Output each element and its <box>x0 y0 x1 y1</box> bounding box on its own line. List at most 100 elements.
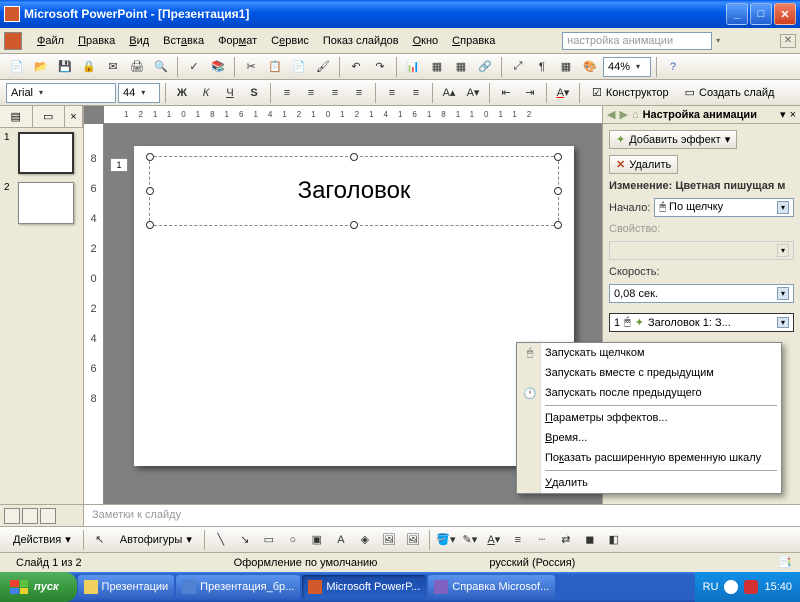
start-dropdown[interactable]: 🖱 По щелчку▾ <box>654 198 794 217</box>
wordart-icon[interactable]: A <box>330 529 352 551</box>
color-icon[interactable]: 🎨 <box>579 56 601 78</box>
paste-icon[interactable]: 📄 <box>288 56 310 78</box>
cm-after-prev[interactable]: 🕐Запускать после предыдущего <box>517 383 781 403</box>
format-painter-icon[interactable]: 🖌 <box>312 56 334 78</box>
preview-icon[interactable]: 🔍 <box>150 56 172 78</box>
outline-tab[interactable]: ▤ <box>0 106 33 127</box>
tray-icon-1[interactable] <box>724 580 738 594</box>
menu-window[interactable]: Окно <box>406 32 446 50</box>
copy-icon[interactable]: 📋 <box>264 56 286 78</box>
add-effect-button[interactable]: ✦ Добавить эффект ▾ <box>609 130 737 149</box>
print-icon[interactable]: 🖨 <box>126 56 148 78</box>
align-left-icon[interactable]: ≡ <box>276 82 298 104</box>
cm-timing[interactable]: Время... <box>517 428 781 448</box>
align-center-icon[interactable]: ≡ <box>300 82 322 104</box>
open-icon[interactable]: 📂 <box>30 56 52 78</box>
menu-tools[interactable]: Сервис <box>264 32 316 50</box>
decrease-indent-icon[interactable]: ⇤ <box>495 82 517 104</box>
italic-icon[interactable]: К <box>195 82 217 104</box>
chart-icon[interactable]: 📊 <box>402 56 424 78</box>
bullets-icon[interactable]: ≡ <box>405 82 427 104</box>
font-size-combo[interactable]: 44▾ <box>118 83 160 103</box>
menu-insert[interactable]: Вставка <box>156 32 211 50</box>
menu-format[interactable]: Формат <box>211 32 264 50</box>
decrease-font-icon[interactable]: A▾ <box>462 82 484 104</box>
dash-style-icon[interactable]: ┈ <box>531 529 553 551</box>
tray-lang[interactable]: RU <box>703 581 719 593</box>
email-icon[interactable]: ✉ <box>102 56 124 78</box>
cm-remove[interactable]: Удалить <box>517 473 781 493</box>
spell-icon[interactable]: ✓ <box>183 56 205 78</box>
3d-style-icon[interactable]: ◧ <box>603 529 625 551</box>
new-slide-button[interactable]: ▭ Создать слайд <box>678 82 782 104</box>
cm-effect-opts[interactable]: Параметры эффектов... <box>517 408 781 428</box>
menu-edit[interactable]: Правка <box>71 32 122 50</box>
tray-clock[interactable]: 15:40 <box>764 581 792 593</box>
maximize-button[interactable]: □ <box>750 3 772 25</box>
pane-close-icon[interactable]: × <box>790 109 796 121</box>
slide-thumb-2[interactable]: 2 <box>0 178 83 228</box>
taskbar-item-3[interactable]: Microsoft PowerP... <box>302 575 426 599</box>
increase-font-icon[interactable]: A▴ <box>438 82 460 104</box>
notes-placeholder[interactable]: Заметки к слайду <box>84 505 800 526</box>
title-textbox[interactable]: Заголовок <box>149 156 559 226</box>
help-search-input[interactable] <box>562 32 712 50</box>
title-text[interactable]: Заголовок <box>298 177 411 205</box>
undo-icon[interactable]: ↶ <box>345 56 367 78</box>
zoom-combo[interactable]: 44%▾ <box>603 57 651 77</box>
slide-thumb-1[interactable]: 1 <box>0 128 83 178</box>
arrow-icon[interactable]: ↘ <box>234 529 256 551</box>
redo-icon[interactable]: ↷ <box>369 56 391 78</box>
underline-icon[interactable]: Ч <box>219 82 241 104</box>
expand-icon[interactable]: ⤢ <box>507 56 529 78</box>
slideshow-view-icon[interactable] <box>40 508 56 524</box>
tables-borders-icon[interactable]: ▦ <box>450 56 472 78</box>
cm-with-prev[interactable]: Запускать вместе с предыдущим <box>517 363 781 383</box>
slides-tab[interactable]: ▭ <box>33 106 66 127</box>
font-color-icon[interactable]: A▾ <box>483 529 505 551</box>
tray-icon-2[interactable] <box>744 580 758 594</box>
designer-button[interactable]: ☑ Конструктор <box>585 82 676 104</box>
help-icon[interactable]: ? <box>662 56 684 78</box>
menu-help[interactable]: Справка <box>445 32 502 50</box>
bold-icon[interactable]: Ж <box>171 82 193 104</box>
clipart-icon[interactable]: 🖼 <box>378 529 400 551</box>
align-right-icon[interactable]: ≡ <box>324 82 346 104</box>
increase-indent-icon[interactable]: ⇥ <box>519 82 541 104</box>
show-formatting-icon[interactable]: ¶ <box>531 56 553 78</box>
animation-tag[interactable]: 1 <box>110 158 128 172</box>
picture-icon[interactable]: 🖼 <box>402 529 424 551</box>
minimize-button[interactable]: _ <box>726 3 748 25</box>
pane-fwd-icon[interactable]: ▶ <box>619 108 627 121</box>
shadow-style-icon[interactable]: ◼ <box>579 529 601 551</box>
select-icon[interactable]: ↖ <box>89 529 111 551</box>
cut-icon[interactable]: ✂ <box>240 56 262 78</box>
pane-back-icon[interactable]: ◀ <box>607 108 615 121</box>
taskbar-item-4[interactable]: Справка Microsof... <box>428 575 555 599</box>
diagram-icon[interactable]: ◈ <box>354 529 376 551</box>
arrow-style-icon[interactable]: ⇄ <box>555 529 577 551</box>
numbering-icon[interactable]: ≡ <box>381 82 403 104</box>
font-color-icon[interactable]: A▾ <box>552 82 574 104</box>
close-panel-icon[interactable]: × <box>65 106 83 127</box>
taskbar-item-1[interactable]: Презентации <box>78 575 175 599</box>
cm-on-click[interactable]: 🖱Запускать щелчком <box>517 343 781 363</box>
font-combo[interactable]: Arial▾ <box>6 83 116 103</box>
rectangle-icon[interactable]: ▭ <box>258 529 280 551</box>
permission-icon[interactable]: 🔒 <box>78 56 100 78</box>
autoshapes-button[interactable]: Автофигуры ▾ <box>113 529 199 551</box>
oval-icon[interactable]: ○ <box>282 529 304 551</box>
item-menu-icon[interactable]: ▾ <box>777 317 789 328</box>
taskbar-item-2[interactable]: Презентация_бр... <box>176 575 300 599</box>
start-button[interactable]: пуск <box>0 572 77 602</box>
slide-canvas[interactable]: 1 Заголовок <box>134 146 574 466</box>
menu-slideshow[interactable]: Показ слайдов <box>316 32 406 50</box>
line-icon[interactable]: ╲ <box>210 529 232 551</box>
normal-view-icon[interactable] <box>4 508 20 524</box>
pane-home-icon[interactable]: ⌂ <box>632 109 639 121</box>
fill-color-icon[interactable]: 🪣▾ <box>435 529 457 551</box>
menu-file[interactable]: Файл <box>30 32 71 50</box>
actions-button[interactable]: Действия ▾ <box>6 529 78 551</box>
document-close-button[interactable]: ✕ <box>780 34 796 48</box>
animation-list-item[interactable]: 1 🖱 ✦ Заголовок 1: З... ▾ <box>609 313 794 332</box>
